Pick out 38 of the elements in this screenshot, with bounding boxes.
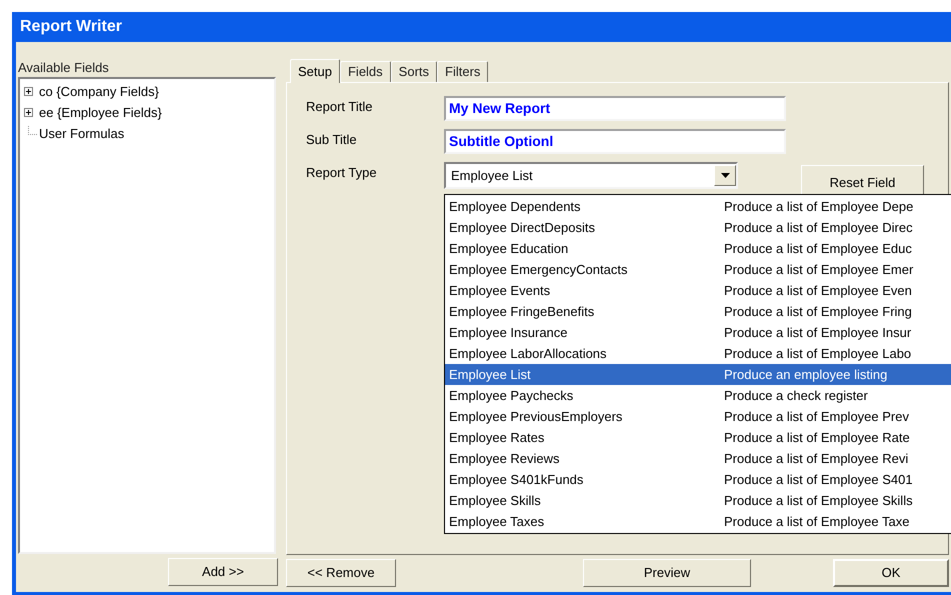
tree-item[interactable]: ee {Employee Fields} (39, 102, 162, 122)
reset-field-button[interactable]: Reset Field (801, 165, 924, 195)
report-type-label: Report Type (306, 164, 378, 182)
report-type-option[interactable]: Employee Rates Produce a list of Employee Rate (445, 427, 951, 448)
report-type-option[interactable]: Employee DirectDeposits Produce a list of Employee Direc (445, 217, 951, 238)
report-type-option[interactable]: Employee Paychecks Produce a check register (445, 385, 951, 406)
tree-item[interactable]: co {Company Fields} (39, 82, 159, 102)
preview-button[interactable]: Preview (583, 559, 751, 587)
tab[interactable]: Filters (437, 61, 488, 82)
report-type-option[interactable]: Employee Insurance Produce a list of Employee Insur (445, 322, 951, 343)
report-type-option[interactable]: Employee Reviews Produce a list of Employee Revi (445, 448, 951, 469)
report-type-option[interactable]: Employee Skills Produce a list of Employee Skills (445, 490, 951, 511)
remove-button[interactable]: << Remove (286, 559, 396, 587)
ok-button[interactable]: OK (833, 559, 949, 587)
expand-icon[interactable] (24, 108, 33, 117)
tab[interactable]: Fields (340, 61, 391, 82)
report-title-label: Report Title (306, 98, 374, 116)
window-title: Report Writer (20, 17, 122, 37)
sub-title-field[interactable]: Subtitle Optionl (444, 129, 786, 154)
report-type-option[interactable]: Employee Events Produce a list of Employee Even (445, 280, 951, 301)
report-type-dropdown[interactable]: Employee List (444, 162, 738, 189)
report-type-option[interactable]: Employee S401kFunds Produce a list of Employee S401 (445, 469, 951, 490)
report-type-option[interactable]: Employee EmergencyContacts Produce a list of Employee Emer (445, 259, 951, 280)
report-type-option[interactable]: Employee Dependents Produce a list of Employee Depe (445, 196, 951, 217)
sub-title-label: Sub Title (306, 131, 358, 149)
tree-item[interactable]: User Formulas (39, 124, 124, 144)
available-fields-label: Available Fields (18, 59, 110, 77)
report-type-option[interactable]: Employee LaborAllocations Produce a list of Employee Labo (445, 343, 951, 364)
report-title-field[interactable]: My New Report (444, 96, 786, 121)
report-type-option[interactable]: Employee PreviousEmployers Produce a list of Employee Prev (445, 406, 951, 427)
expand-icon[interactable] (24, 87, 33, 96)
report-type-option[interactable]: Employee Education Produce a list of Employee Educ (445, 238, 951, 259)
report-type-option[interactable]: Employee FringeBenefits Produce a list of Employee Fring (445, 301, 951, 322)
report-type-option[interactable]: Employee List Produce an employee listing (445, 364, 951, 385)
tab[interactable]: Sorts (390, 61, 438, 82)
report-type-option[interactable]: Employee Taxes Produce a list of Employee Taxe (445, 511, 951, 532)
add-button[interactable]: Add >> (168, 558, 278, 586)
tab[interactable]: Setup (290, 59, 340, 83)
